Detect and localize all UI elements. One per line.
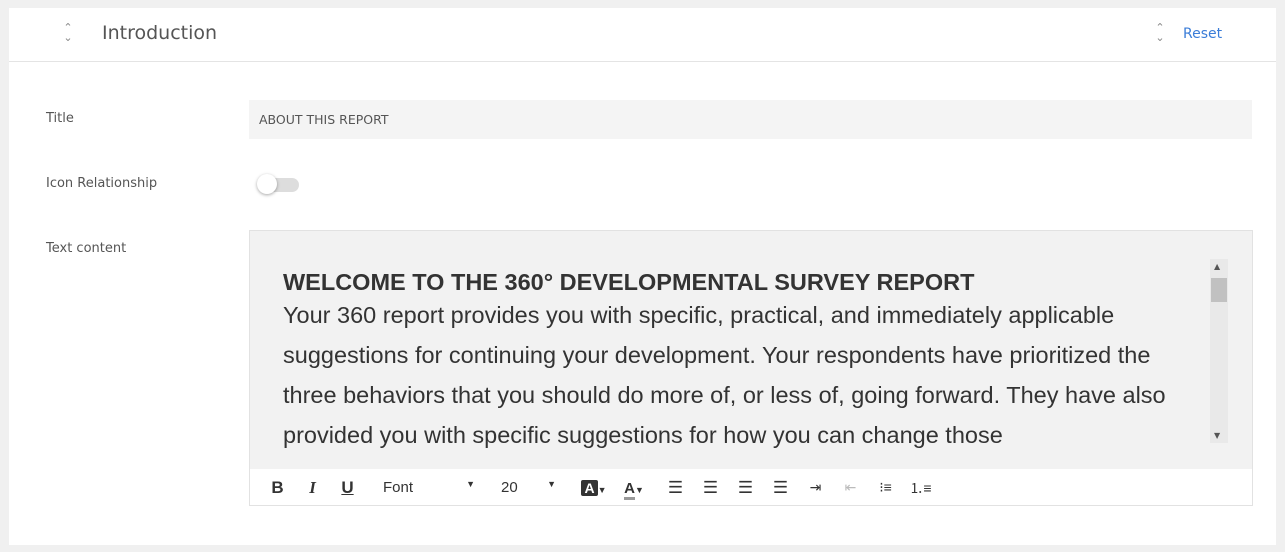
align-justify-icon[interactable]: ☰ [763, 478, 798, 498]
collapse-toggle-icon[interactable]: ⌃ ⌄ [1153, 22, 1167, 43]
icon-relationship-label: Icon Relationship [46, 176, 158, 191]
title-input[interactable] [249, 100, 1252, 139]
scroll-down-icon[interactable]: ▼ [1214, 431, 1220, 440]
align-right-icon[interactable]: ☰ [728, 478, 763, 498]
section-title: Introduction [102, 22, 218, 44]
text-color-icon: A [624, 479, 635, 500]
align-left-icon[interactable]: ☰ [658, 478, 693, 498]
font-size-select[interactable]: 20 ▼ [501, 479, 556, 496]
reset-button[interactable]: Reset [1183, 26, 1222, 42]
text-content-label: Text content [46, 241, 127, 256]
font-select[interactable]: Font ▼ [383, 479, 475, 496]
rich-text-editor: WELCOME TO THE 360° DEVELOPMENTAL SURVEY… [249, 230, 1253, 506]
scroll-up-icon[interactable]: ▲ [1214, 262, 1220, 271]
align-center-icon[interactable]: ☰ [693, 478, 728, 498]
indent-icon[interactable]: ⇥ [798, 479, 833, 496]
bold-button[interactable]: B [260, 478, 295, 498]
editor-content[interactable]: WELCOME TO THE 360° DEVELOPMENTAL SURVEY… [250, 231, 1252, 469]
content-body: Your 360 report provides you with specif… [283, 302, 1166, 448]
numbered-list-icon[interactable]: ⒈≡ [903, 478, 938, 498]
reorder-icon[interactable]: ⌃ ⌄ [61, 22, 75, 43]
background-color-button[interactable]: A ▼ [574, 478, 614, 498]
toggle-knob [257, 174, 277, 194]
scrollbar[interactable]: ▲ ▼ [1210, 259, 1228, 443]
icon-relationship-toggle[interactable] [257, 174, 299, 194]
bulleted-list-icon[interactable]: ⁝≡ [868, 479, 903, 496]
chevron-down-icon: ▼ [466, 479, 475, 489]
scrollbar-thumb[interactable] [1211, 278, 1227, 302]
editor-toolbar: B I U Font ▼ 20 ▼ A ▼ A▼ ☰ ☰ ☰ ☰ ⇥ ⇤ ⁝≡ ⒈≡ [250, 469, 1252, 506]
title-label: Title [46, 111, 74, 126]
chevron-down-icon: ▼ [547, 479, 556, 489]
font-size-value: 20 [501, 479, 518, 496]
content-heading: WELCOME TO THE 360° DEVELOPMENTAL SURVEY… [283, 269, 975, 295]
font-value: Font [383, 479, 414, 496]
panel-header: ⌃ ⌄ Introduction ⌃ ⌄ Reset [9, 8, 1276, 62]
introduction-panel: ⌃⌄ Introduction ⌃⌄ Reset Title Icon Rela… [9, 8, 1276, 545]
italic-button[interactable]: I [295, 478, 330, 498]
underline-button[interactable]: U [330, 478, 365, 498]
highlight-icon: A [581, 479, 598, 496]
text-color-button[interactable]: A▼ [614, 478, 654, 500]
outdent-icon[interactable]: ⇤ [833, 479, 868, 496]
